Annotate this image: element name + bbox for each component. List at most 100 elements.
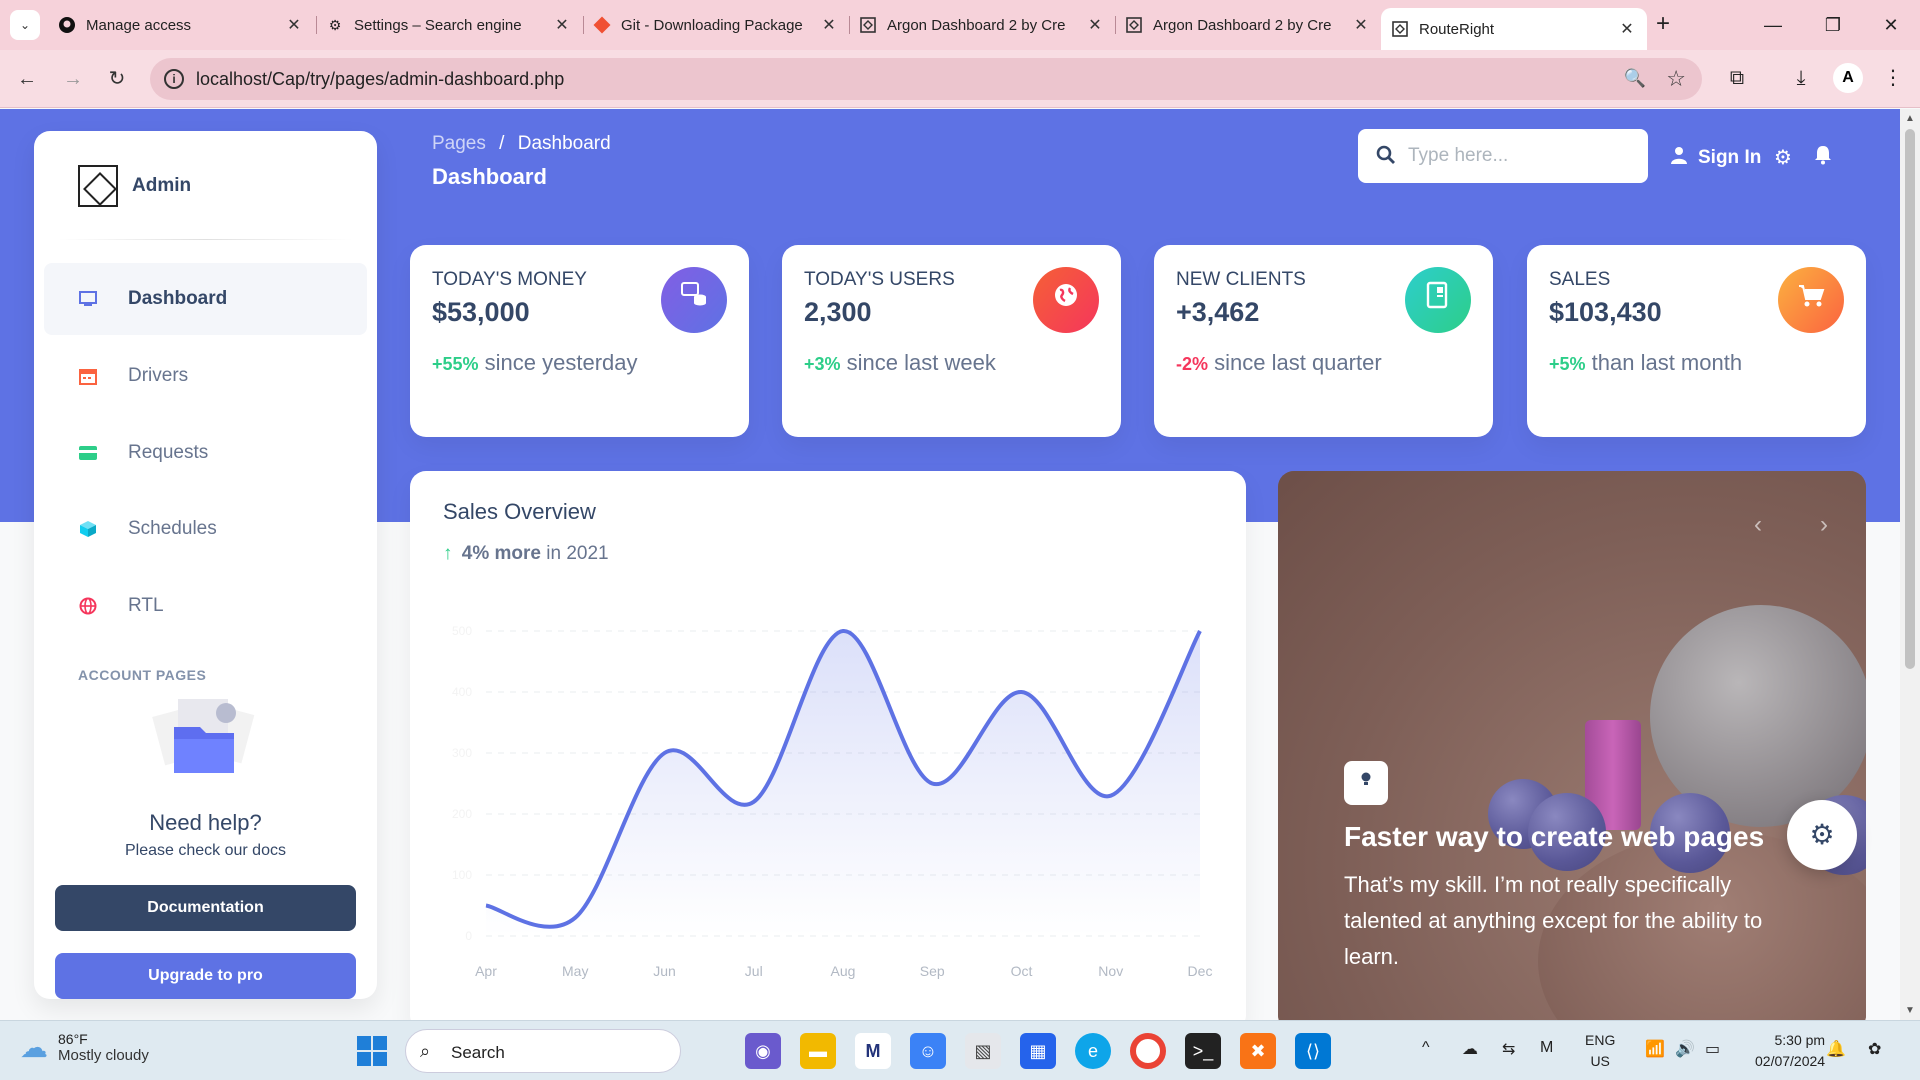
close-icon[interactable]: ✕: [284, 15, 304, 35]
y-tick-label: 0: [465, 929, 472, 943]
tab-argon-2[interactable]: Argon Dashboard 2 by Cre ✕: [1115, 8, 1381, 42]
bookmark-star-icon[interactable]: ☆: [1666, 66, 1686, 92]
tab-git-download[interactable]: Git - Downloading Package ✕: [583, 8, 849, 42]
settings-gear-icon[interactable]: ⚙: [1774, 145, 1792, 170]
stat-card-todays-users: TODAY'S USERS 2,300 +3% since last week: [782, 245, 1121, 437]
forward-icon[interactable]: →: [58, 64, 88, 94]
reload-icon[interactable]: ↻: [102, 64, 132, 94]
notification-bell-icon[interactable]: [1814, 145, 1832, 171]
minimize-icon[interactable]: —: [1750, 10, 1796, 40]
tab-search-dropdown-icon[interactable]: ⌄: [10, 10, 40, 40]
stat-value: $53,000: [432, 297, 530, 327]
sidebar-item-drivers[interactable]: Drivers: [44, 340, 367, 412]
profile-avatar[interactable]: A: [1833, 63, 1863, 93]
restore-icon[interactable]: ❐: [1810, 10, 1856, 40]
app-icon[interactable]: M: [855, 1033, 891, 1069]
weather-widget[interactable]: ☁ 86°F Mostly cloudy: [20, 1031, 149, 1064]
data-point[interactable]: [662, 750, 668, 756]
data-point[interactable]: [572, 915, 578, 921]
search-box[interactable]: [1358, 129, 1648, 183]
close-icon[interactable]: ✕: [552, 15, 572, 35]
store-app-icon[interactable]: ▦: [1020, 1033, 1056, 1069]
github-icon: [58, 16, 76, 34]
data-point[interactable]: [1019, 689, 1025, 695]
meet-app-icon[interactable]: ◉: [745, 1033, 781, 1069]
carousel-text: That’s my skill. I’m not really specific…: [1344, 872, 1763, 969]
brand[interactable]: Admin: [78, 165, 191, 207]
sign-in-link[interactable]: Sign In: [1670, 146, 1761, 169]
data-point[interactable]: [1197, 628, 1203, 634]
close-window-icon[interactable]: ✕: [1868, 10, 1914, 40]
data-point[interactable]: [929, 781, 935, 787]
close-icon[interactable]: ✕: [819, 15, 839, 35]
upgrade-to-pro-button[interactable]: Upgrade to pro: [55, 953, 356, 999]
credit-card-icon: [78, 443, 98, 463]
tab-settings-search-engine[interactable]: ⚙ Settings – Search engine ✕: [316, 8, 582, 42]
scroll-up-icon[interactable]: ▲: [1905, 113, 1915, 124]
menu-kebab-icon[interactable]: ⋮: [1878, 63, 1908, 93]
sales-line-chart[interactable]: 0 100 200 300 400 500 Apr May Jun Jul Aug Sep Oct Nov…: [440, 591, 1220, 1011]
close-icon[interactable]: ✕: [1617, 19, 1637, 39]
new-tab-button[interactable]: +: [1648, 10, 1678, 40]
data-point[interactable]: [483, 903, 489, 909]
volume-icon[interactable]: 🔊: [1675, 1039, 1695, 1059]
tray-chevron-icon[interactable]: ^: [1422, 1039, 1430, 1057]
data-point[interactable]: [751, 799, 757, 805]
url-text[interactable]: localhost/Cap/try/pages/admin-dashboard.…: [196, 69, 564, 90]
x-tick-label: Jun: [653, 963, 676, 979]
file-explorer-icon[interactable]: ▬: [800, 1033, 836, 1069]
system-clock[interactable]: 5:30 pm 02/07/2024: [1755, 1030, 1825, 1072]
tray-cloud-icon[interactable]: ☁: [1462, 1039, 1478, 1059]
scroll-down-icon[interactable]: ▼: [1905, 1005, 1915, 1016]
chrome-browser-icon[interactable]: [1130, 1033, 1166, 1069]
language-region: US: [1590, 1053, 1610, 1069]
tab-manage-access[interactable]: Manage access ✕: [48, 8, 314, 42]
tab-routeright[interactable]: RouteRight ✕: [1381, 8, 1647, 50]
scrollbar-thumb[interactable]: [1905, 129, 1915, 669]
data-point[interactable]: [1108, 793, 1114, 799]
tab-title: Argon Dashboard 2 by Cre: [887, 16, 1066, 34]
download-icon[interactable]: ⤓: [1786, 63, 1816, 93]
folder-illustration-icon: [148, 691, 260, 781]
windows-start-icon[interactable]: [357, 1036, 387, 1066]
language-indicator[interactable]: ENG US: [1585, 1030, 1615, 1072]
taskbar-search[interactable]: ⌕ Search: [405, 1029, 681, 1073]
documentation-button[interactable]: Documentation: [55, 885, 356, 931]
close-icon[interactable]: ✕: [1085, 15, 1105, 35]
box-icon: [78, 519, 98, 539]
zoom-icon[interactable]: 🔍: [1624, 68, 1646, 89]
edge-browser-icon[interactable]: e: [1075, 1033, 1111, 1069]
carousel-prev-icon[interactable]: ‹: [1754, 511, 1762, 539]
data-point[interactable]: [840, 628, 846, 634]
chat-app-icon[interactable]: ☺: [910, 1033, 946, 1069]
stat-value: 2,300: [804, 297, 872, 327]
search-input[interactable]: [1408, 141, 1628, 171]
notification-bell-icon[interactable]: 🔔: [1826, 1039, 1846, 1059]
carousel-next-icon[interactable]: ›: [1820, 511, 1828, 539]
chart-subtitle: ↑ 4% more in 2021: [443, 543, 609, 565]
back-icon[interactable]: ←: [12, 64, 42, 94]
copilot-icon[interactable]: ✿: [1868, 1039, 1881, 1059]
extensions-icon[interactable]: ⧉: [1722, 63, 1752, 93]
wifi-icon[interactable]: 📶: [1645, 1039, 1665, 1059]
sidebar-item-schedules[interactable]: Schedules: [44, 493, 367, 565]
page-scrollbar[interactable]: ▲ ▼: [1900, 109, 1920, 1020]
carousel[interactable]: ‹ › Faster way to create web pages That’…: [1278, 471, 1866, 1020]
tab-argon-1[interactable]: Argon Dashboard 2 by Cre ✕: [849, 8, 1115, 42]
sidebar-item-requests[interactable]: Requests: [44, 417, 367, 489]
address-bar[interactable]: i localhost/Cap/try/pages/admin-dashboar…: [150, 58, 1702, 100]
breadcrumb-pages-link[interactable]: Pages: [432, 133, 486, 154]
git-icon: [593, 16, 611, 34]
settings-fab-gear-icon[interactable]: ⚙: [1787, 800, 1857, 870]
vscode-icon[interactable]: ⟨⟩: [1295, 1033, 1331, 1069]
sidebar-item-rtl[interactable]: RTL: [44, 570, 367, 642]
xampp-icon[interactable]: ✖: [1240, 1033, 1276, 1069]
battery-icon[interactable]: ▭: [1705, 1039, 1720, 1059]
sidebar-item-dashboard[interactable]: Dashboard: [44, 263, 367, 335]
tray-network-app-icon[interactable]: ⇆: [1502, 1039, 1515, 1059]
close-icon[interactable]: ✕: [1351, 15, 1371, 35]
photos-app-icon[interactable]: ▧: [965, 1033, 1001, 1069]
tray-app-icon[interactable]: M: [1540, 1039, 1553, 1057]
site-info-icon[interactable]: i: [164, 69, 184, 89]
terminal-icon[interactable]: >_: [1185, 1033, 1221, 1069]
